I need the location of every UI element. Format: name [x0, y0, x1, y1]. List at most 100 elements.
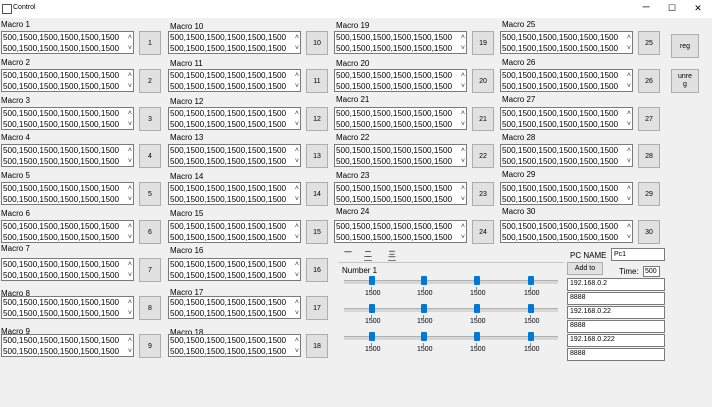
scroll-down-icon[interactable]: ˅	[128, 270, 132, 280]
scroll-down-icon[interactable]: ˅	[627, 43, 631, 53]
scroll-up-icon[interactable]: ˄	[461, 108, 465, 119]
scroll-up-icon[interactable]: ˄	[295, 259, 299, 270]
macro-run-button[interactable]: 3	[139, 107, 161, 131]
macro-textbox[interactable]: 500,1500,1500,1500,1500,1500 500,1500,150…	[168, 220, 301, 243]
scroll-down-icon[interactable]: ˅	[128, 119, 132, 129]
scroll-down-icon[interactable]: ˅	[128, 156, 132, 166]
macro-textbox[interactable]: 500,1500,1500,1500,1500,1500 500,1500,150…	[1, 258, 134, 281]
scroll-down-icon[interactable]: ˅	[627, 194, 631, 204]
minimize-button[interactable]: ─	[634, 1, 658, 15]
macro-run-button[interactable]: 4	[139, 144, 161, 168]
slider-thumb[interactable]	[369, 304, 375, 313]
ip-address-input[interactable]: 192.168.0.2	[567, 278, 665, 291]
macro-run-button[interactable]: 8	[139, 296, 161, 320]
macro-textbox[interactable]: 500,1500,1500,1500,1500,1500 500,1500,150…	[1, 334, 134, 357]
macro-textbox[interactable]: 500,1500,1500,1500,1500,1500 500,1500,150…	[168, 258, 301, 281]
slider-thumb[interactable]	[421, 332, 427, 341]
scroll-up-icon[interactable]: ˄	[128, 183, 132, 194]
scroll-up-icon[interactable]: ˄	[627, 32, 631, 43]
macro-textbox[interactable]: 500,1500,1500,1500,1500,1500 500,1500,150…	[334, 69, 467, 92]
scroll-up-icon[interactable]: ˄	[461, 145, 465, 156]
macro-run-button[interactable]: 6	[139, 220, 161, 244]
macro-run-button[interactable]: 22	[472, 144, 494, 168]
scroll-down-icon[interactable]: ˅	[295, 81, 299, 91]
scroll-up-icon[interactable]: ˄	[461, 221, 465, 232]
scroll-up-icon[interactable]: ˄	[627, 183, 631, 194]
slider-thumb[interactable]	[474, 332, 480, 341]
scroll-up-icon[interactable]: ˄	[461, 70, 465, 81]
port-input[interactable]: 8888	[567, 292, 665, 305]
scroll-down-icon[interactable]: ˅	[461, 156, 465, 166]
scroll-down-icon[interactable]: ˅	[128, 43, 132, 53]
scroll-up-icon[interactable]: ˄	[128, 221, 132, 232]
macro-run-button[interactable]: 9	[139, 334, 161, 358]
scroll-down-icon[interactable]: ˅	[295, 43, 299, 53]
macro-run-button[interactable]: 30	[638, 220, 660, 244]
slider-thumb[interactable]	[528, 276, 534, 285]
close-button[interactable]: ✕	[686, 1, 710, 15]
slider-track[interactable]	[344, 336, 558, 340]
tab-2[interactable]: 二	[364, 249, 372, 261]
macro-run-button[interactable]: 7	[139, 258, 161, 282]
scroll-down-icon[interactable]: ˅	[295, 346, 299, 356]
scroll-up-icon[interactable]: ˄	[128, 108, 132, 119]
macro-textbox[interactable]: 500,1500,1500,1500,1500,1500 500,1500,150…	[500, 144, 633, 167]
macro-run-button[interactable]: 26	[638, 69, 660, 93]
scroll-down-icon[interactable]: ˅	[295, 119, 299, 129]
scroll-down-icon[interactable]: ˅	[295, 156, 299, 166]
scroll-down-icon[interactable]: ˅	[295, 232, 299, 242]
slider-thumb[interactable]	[474, 304, 480, 313]
macro-run-button[interactable]: 28	[638, 144, 660, 168]
scroll-down-icon[interactable]: ˅	[627, 119, 631, 129]
macro-textbox[interactable]: 500,1500,1500,1500,1500,1500 500,1500,150…	[500, 220, 633, 243]
macro-run-button[interactable]: 27	[638, 107, 660, 131]
scroll-down-icon[interactable]: ˅	[295, 270, 299, 280]
maximize-button[interactable]: ☐	[660, 1, 684, 15]
scroll-up-icon[interactable]: ˄	[627, 221, 631, 232]
scroll-up-icon[interactable]: ˄	[627, 145, 631, 156]
scroll-up-icon[interactable]: ˄	[128, 335, 132, 346]
scroll-up-icon[interactable]: ˄	[128, 32, 132, 43]
macro-run-button[interactable]: 11	[306, 69, 328, 93]
macro-textbox[interactable]: 500,1500,1500,1500,1500,1500 500,1500,150…	[334, 31, 467, 54]
macro-textbox[interactable]: 500,1500,1500,1500,1500,1500 500,1500,150…	[1, 31, 134, 54]
slider-thumb[interactable]	[421, 276, 427, 285]
tab-1[interactable]: 一	[344, 247, 352, 258]
macro-textbox[interactable]: 500,1500,1500,1500,1500,1500 500,1500,150…	[334, 107, 467, 130]
macro-textbox[interactable]: 500,1500,1500,1500,1500,1500 500,1500,150…	[1, 296, 134, 319]
scroll-up-icon[interactable]: ˄	[295, 108, 299, 119]
macro-textbox[interactable]: 500,1500,1500,1500,1500,1500 500,1500,150…	[1, 220, 134, 243]
macro-textbox[interactable]: 500,1500,1500,1500,1500,1500 500,1500,150…	[168, 334, 301, 357]
scroll-down-icon[interactable]: ˅	[128, 308, 132, 318]
slider-thumb[interactable]	[421, 304, 427, 313]
unreg-button[interactable]: unre g	[671, 69, 699, 93]
macro-textbox[interactable]: 500,1500,1500,1500,1500,1500 500,1500,150…	[168, 107, 301, 130]
macro-run-button[interactable]: 12	[306, 107, 328, 131]
macro-textbox[interactable]: 500,1500,1500,1500,1500,1500 500,1500,150…	[1, 182, 134, 205]
macro-textbox[interactable]: 500,1500,1500,1500,1500,1500 500,1500,150…	[168, 182, 301, 205]
macro-run-button[interactable]: 18	[306, 334, 328, 358]
macro-run-button[interactable]: 25	[638, 31, 660, 55]
slider-thumb[interactable]	[369, 332, 375, 341]
scroll-up-icon[interactable]: ˄	[295, 32, 299, 43]
pc-name-input[interactable]: Pc1	[611, 248, 665, 261]
slider-thumb[interactable]	[369, 276, 375, 285]
macro-run-button[interactable]: 5	[139, 182, 161, 206]
macro-textbox[interactable]: 500,1500,1500,1500,1500,1500 500,1500,150…	[168, 296, 301, 319]
scroll-down-icon[interactable]: ˅	[461, 194, 465, 204]
scroll-down-icon[interactable]: ˅	[461, 119, 465, 129]
macro-run-button[interactable]: 23	[472, 182, 494, 206]
scroll-down-icon[interactable]: ˅	[128, 81, 132, 91]
macro-run-button[interactable]: 21	[472, 107, 494, 131]
macro-textbox[interactable]: 500,1500,1500,1500,1500,1500 500,1500,150…	[500, 107, 633, 130]
macro-run-button[interactable]: 19	[472, 31, 494, 55]
tab-3[interactable]: 三	[388, 249, 396, 261]
macro-textbox[interactable]: 500,1500,1500,1500,1500,1500 500,1500,150…	[500, 182, 633, 205]
slider-track[interactable]	[344, 280, 558, 284]
macro-textbox[interactable]: 500,1500,1500,1500,1500,1500 500,1500,150…	[334, 144, 467, 167]
macro-run-button[interactable]: 15	[306, 220, 328, 244]
scroll-up-icon[interactable]: ˄	[461, 32, 465, 43]
ip-address-input[interactable]: 192.168.0.22	[567, 306, 665, 319]
scroll-up-icon[interactable]: ˄	[295, 183, 299, 194]
macro-textbox[interactable]: 500,1500,1500,1500,1500,1500 500,1500,150…	[334, 220, 467, 243]
